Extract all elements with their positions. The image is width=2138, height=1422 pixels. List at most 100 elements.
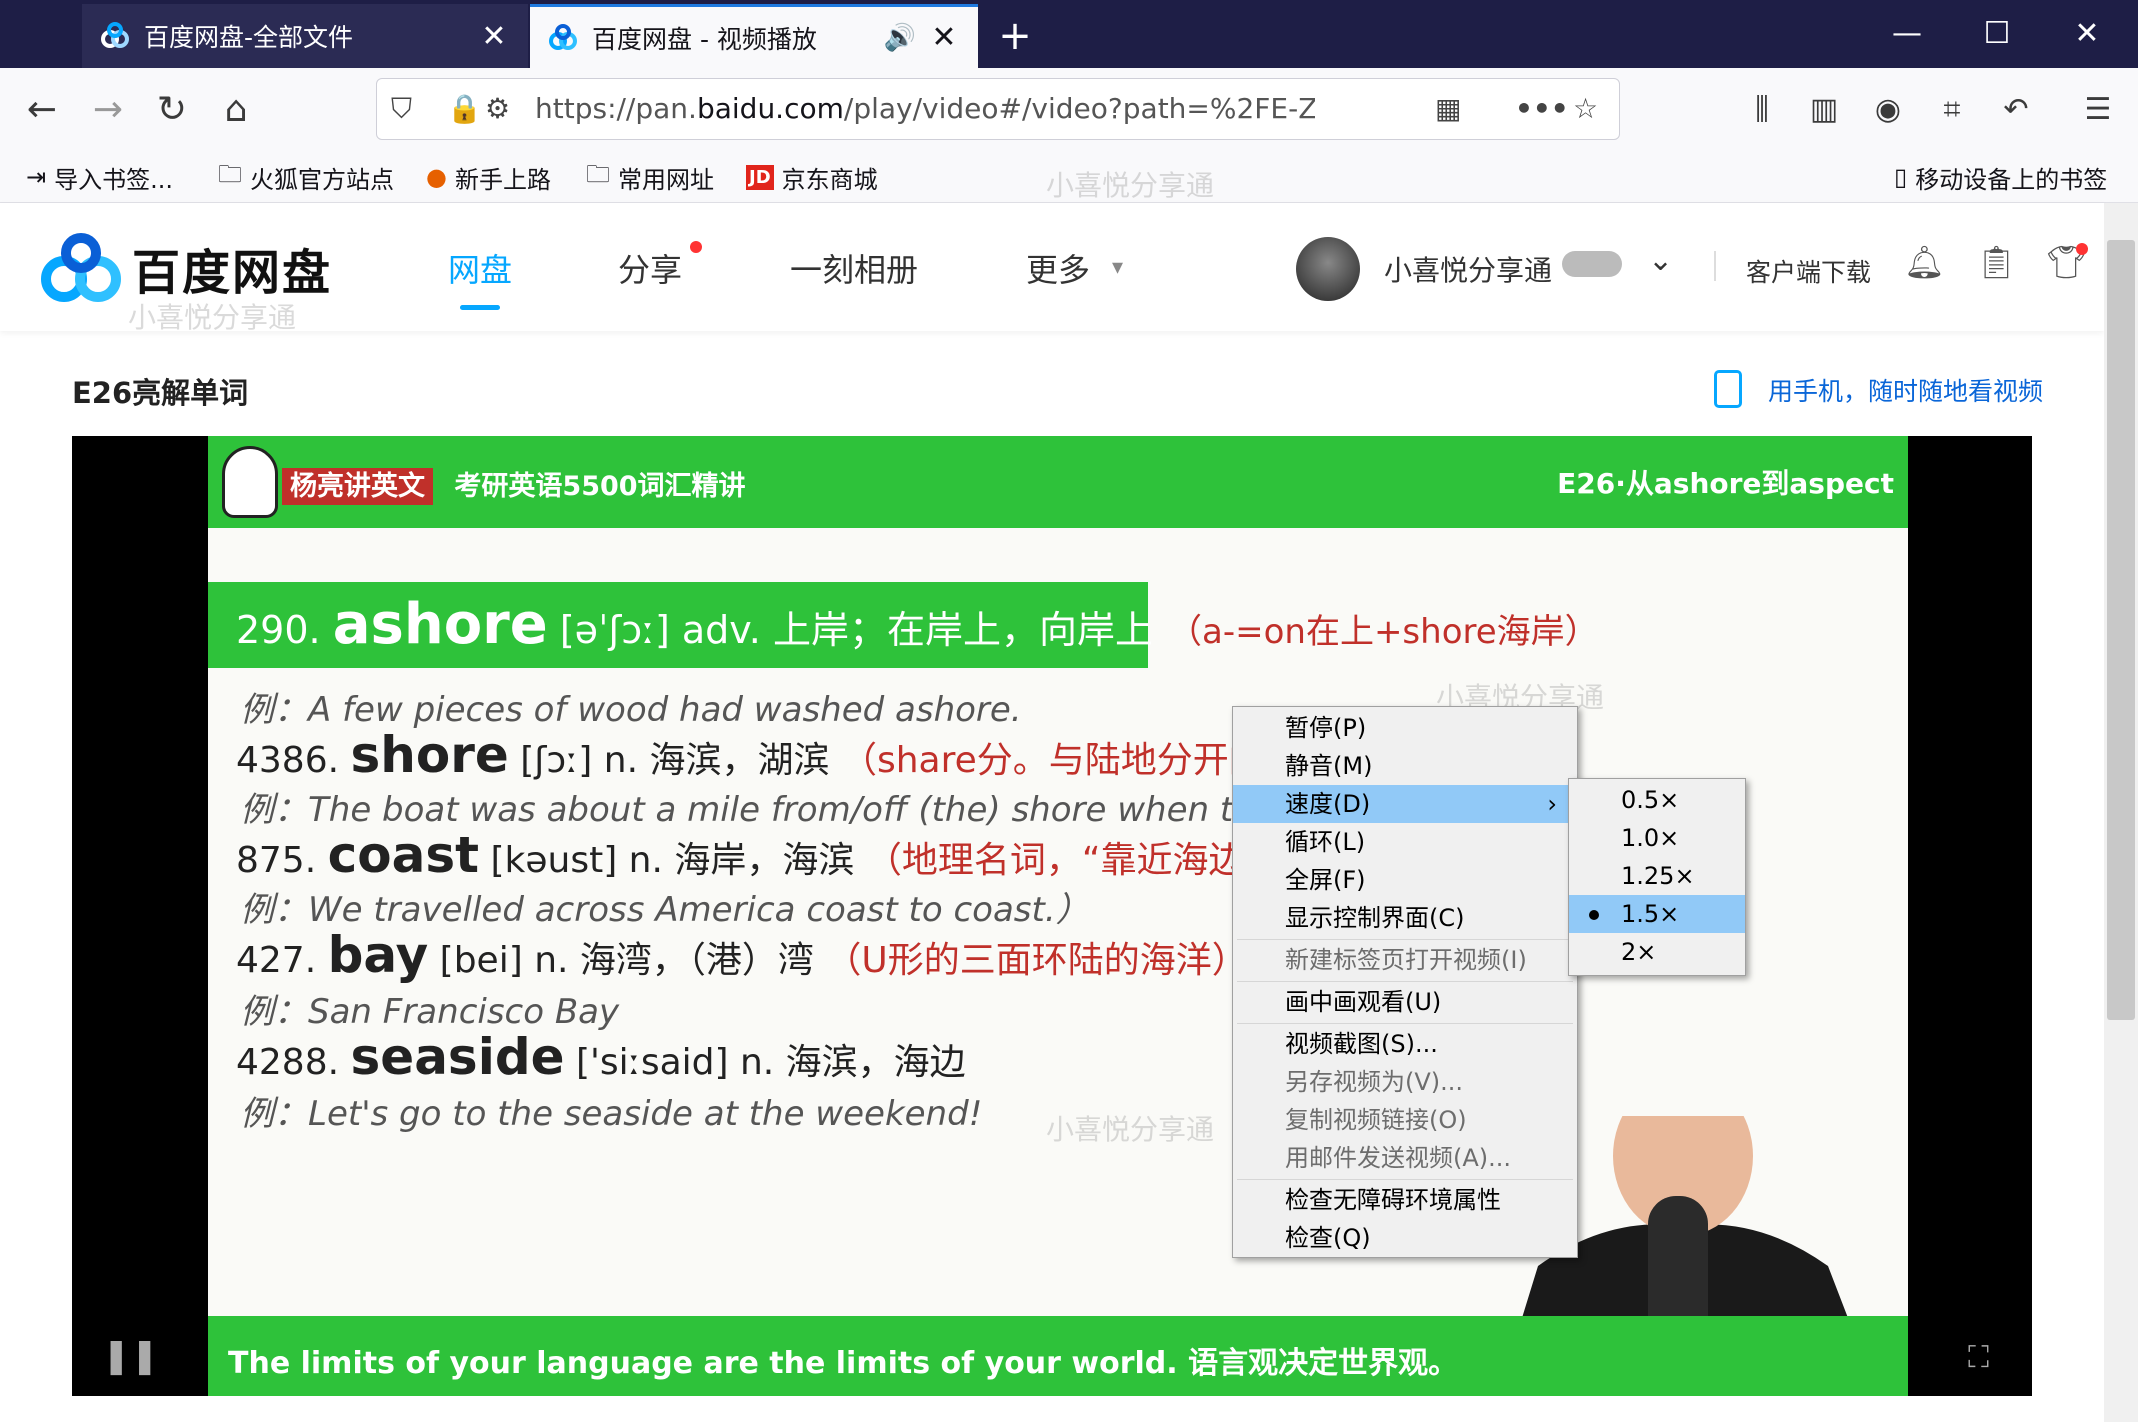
menu-item-picture-in-picture[interactable]: 画中画观看(U) xyxy=(1233,983,1577,1021)
avatar[interactable] xyxy=(1296,237,1360,301)
entry-word: seaside xyxy=(350,1028,565,1086)
import-icon: ⇥ xyxy=(26,163,47,191)
bookmark-getting-started[interactable]: ● 新手上路 xyxy=(426,160,551,194)
menu-item-email-video[interactable]: 用邮件发送视频(A)... xyxy=(1233,1139,1577,1177)
navigation-toolbar: ← → ↻ ⌂ ⛉ 🔒 ⚙ https://pan.baidu.com/play… xyxy=(0,68,2138,152)
firefox-icon: ● xyxy=(426,163,447,191)
bookmark-jd[interactable]: JD 京东商城 xyxy=(746,160,878,194)
site-header: 百度网盘 网盘 分享 一刻相册 更多 ▾ 小喜悦分享通 ⌄ 客户端下载 🔔︎ 📋… xyxy=(0,203,2104,331)
menu-item-accessibility[interactable]: 检查无障碍环境属性 xyxy=(1233,1181,1577,1219)
page-actions-icon[interactable]: ••• xyxy=(1515,89,1569,129)
menu-item-speed[interactable]: 速度(D) › xyxy=(1233,785,1577,823)
qr-code-icon[interactable]: ▦ xyxy=(1435,89,1461,129)
entry-word: ashore xyxy=(332,592,548,657)
speed-submenu: 0.5× 1.0× 1.25× 1.5× 2× xyxy=(1568,778,1746,976)
reload-icon[interactable]: ↻ xyxy=(146,84,198,136)
menu-item-loop[interactable]: 循环(L) xyxy=(1233,823,1577,861)
entry-definition: [ʃɔː] n. 海滨，湖滨 xyxy=(520,740,830,781)
shield-icon[interactable]: ⛉ xyxy=(391,89,412,129)
url-bar[interactable]: ⛉ 🔒 ⚙ https://pan.baidu.com/play/video#/… xyxy=(376,78,1620,140)
tab-baidu-files[interactable]: 百度网盘-全部文件 ✕ xyxy=(82,4,528,68)
forward-icon[interactable]: → xyxy=(82,84,134,136)
entry-number: 875. xyxy=(236,840,317,881)
client-download-link[interactable]: 客户端下载 xyxy=(1746,253,1871,289)
pause-icon[interactable]: ❚❚ xyxy=(102,1336,159,1376)
fullscreen-icon[interactable]: ⛶ xyxy=(1968,1340,1989,1375)
undo-icon[interactable]: ↶ xyxy=(1990,84,2042,136)
screenshot-icon[interactable]: ⌗ xyxy=(1926,84,1978,136)
menu-item-inspect[interactable]: 检查(Q) xyxy=(1233,1219,1577,1257)
back-icon[interactable]: ← xyxy=(16,84,68,136)
menu-item-screenshot[interactable]: 视频截图(S)... xyxy=(1233,1025,1577,1063)
bookmark-common-sites[interactable]: 🗀 常用网址 xyxy=(586,160,714,194)
menu-item-show-controls[interactable]: 显示控制界面(C) xyxy=(1233,899,1577,937)
minimize-button[interactable]: — xyxy=(1862,0,1952,68)
speed-option[interactable]: 1.0× xyxy=(1569,819,1745,857)
speed-option-selected[interactable]: 1.5× xyxy=(1569,895,1745,933)
sidebar-icon[interactable]: ▥ xyxy=(1798,84,1850,136)
phone-icon[interactable] xyxy=(1714,370,1742,408)
menu-item-fullscreen[interactable]: 全屏(F) xyxy=(1233,861,1577,899)
entry-etymology: （a-=on在上+shore海岸） xyxy=(1168,612,1599,652)
entry-example: 例：Let's go to the seaside at the weekend… xyxy=(240,1094,983,1134)
menu-item-save-video[interactable]: 另存视频为(V)... xyxy=(1233,1063,1577,1101)
site-logo-text[interactable]: 百度网盘 xyxy=(132,233,332,303)
username[interactable]: 小喜悦分享通 xyxy=(1384,249,1552,289)
speaker-icon[interactable]: 🔊 xyxy=(884,23,916,53)
jd-icon: JD xyxy=(746,164,774,190)
chevron-down-icon[interactable]: ⌄ xyxy=(1648,243,1673,278)
bookmark-firefox-site[interactable]: 🗀 火狐官方站点 xyxy=(218,160,394,194)
mobile-watch-link[interactable]: 用手机，随时随地看视频 xyxy=(1768,372,2043,408)
teacher-mascot-icon xyxy=(222,446,278,518)
home-icon[interactable]: ⌂ xyxy=(210,84,262,136)
menu-separator xyxy=(1237,1179,1573,1180)
scrollbar-thumb[interactable] xyxy=(2107,240,2135,1020)
speed-option[interactable]: 0.5× xyxy=(1569,781,1745,819)
watermark-text: 小喜悦分享通 xyxy=(1046,169,1215,202)
nav-more[interactable]: 更多 xyxy=(1026,245,1090,291)
nav-share[interactable]: 分享 xyxy=(618,245,682,291)
menu-item-open-video-new-tab[interactable]: 新建标签页打开视频(I) xyxy=(1233,941,1577,979)
entry-seaside: 4288. seaside ['siːsaid] n. 海滨，海边 xyxy=(236,1028,966,1086)
account-icon[interactable]: ◉ xyxy=(1862,84,1914,136)
radio-dot-icon xyxy=(1589,910,1599,920)
baidu-logo-icon[interactable] xyxy=(40,233,124,309)
menu-item-copy-link[interactable]: 复制视频链接(O) xyxy=(1233,1101,1577,1139)
menu-item-mute[interactable]: 静音(M) xyxy=(1233,747,1577,785)
chevron-down-icon[interactable]: ▾ xyxy=(1112,255,1123,280)
nav-netdisk[interactable]: 网盘 xyxy=(448,245,512,291)
bookmark-star-icon[interactable]: ☆ xyxy=(1573,89,1598,129)
notification-dot xyxy=(690,241,702,253)
slide-course-title: 杨亮讲英文 考研英语5500词汇精讲 xyxy=(282,464,746,505)
permissions-icon[interactable]: ⚙ xyxy=(485,89,510,129)
nav-active-indicator xyxy=(460,305,500,310)
speed-option[interactable]: 1.25× xyxy=(1569,857,1745,895)
vip-badge-icon xyxy=(1562,251,1622,277)
menu-icon[interactable]: ☰ xyxy=(2072,84,2124,136)
nav-album[interactable]: 一刻相册 xyxy=(790,245,918,291)
bell-icon[interactable]: 🔔︎ xyxy=(1904,243,1945,281)
lock-icon[interactable]: 🔒 xyxy=(447,89,482,129)
slide-header: 杨亮讲英文 考研英语5500词汇精讲 E26·从ashore到aspect xyxy=(208,436,1908,528)
speed-option[interactable]: 2× xyxy=(1569,933,1745,971)
maximize-button[interactable]: ☐ xyxy=(1952,0,2042,68)
bookmark-import[interactable]: ⇥ 导入书签... xyxy=(26,160,173,194)
menu-item-pause[interactable]: 暂停(P) xyxy=(1233,709,1577,747)
entry-example: 例：San Francisco Bay xyxy=(240,992,620,1032)
clipboard-icon[interactable]: 📋︎ xyxy=(1976,243,2017,281)
new-tab-button[interactable]: + xyxy=(992,8,1038,64)
tab-close-icon[interactable]: ✕ xyxy=(478,19,510,54)
bookmark-mobile[interactable]: ▯ 移动设备上的书签 xyxy=(1894,160,2107,194)
close-window-button[interactable]: ✕ xyxy=(2042,0,2132,68)
slide-footer: The limits of your language are the limi… xyxy=(208,1316,1908,1396)
tab-baidu-video[interactable]: 百度网盘 - 视频播放 🔊 ✕ xyxy=(530,4,978,68)
entry-number: 4288. xyxy=(236,1042,340,1083)
speed-option-label: 1.5× xyxy=(1621,900,1680,928)
library-icon[interactable]: ⫼ xyxy=(1736,84,1788,136)
entry-word: shore xyxy=(350,726,509,784)
tab-close-icon[interactable]: ✕ xyxy=(928,20,960,55)
entry-definition: ['siːsaid] n. 海滨，海边 xyxy=(575,1042,966,1083)
url-text[interactable]: https://pan.baidu.com/play/video#/video?… xyxy=(535,89,1315,129)
entry-bay: 427. bay [bei] n. 海湾，（港）湾 （U形的三面环陆的海洋） xyxy=(236,926,1248,984)
menu-separator xyxy=(1237,981,1573,982)
